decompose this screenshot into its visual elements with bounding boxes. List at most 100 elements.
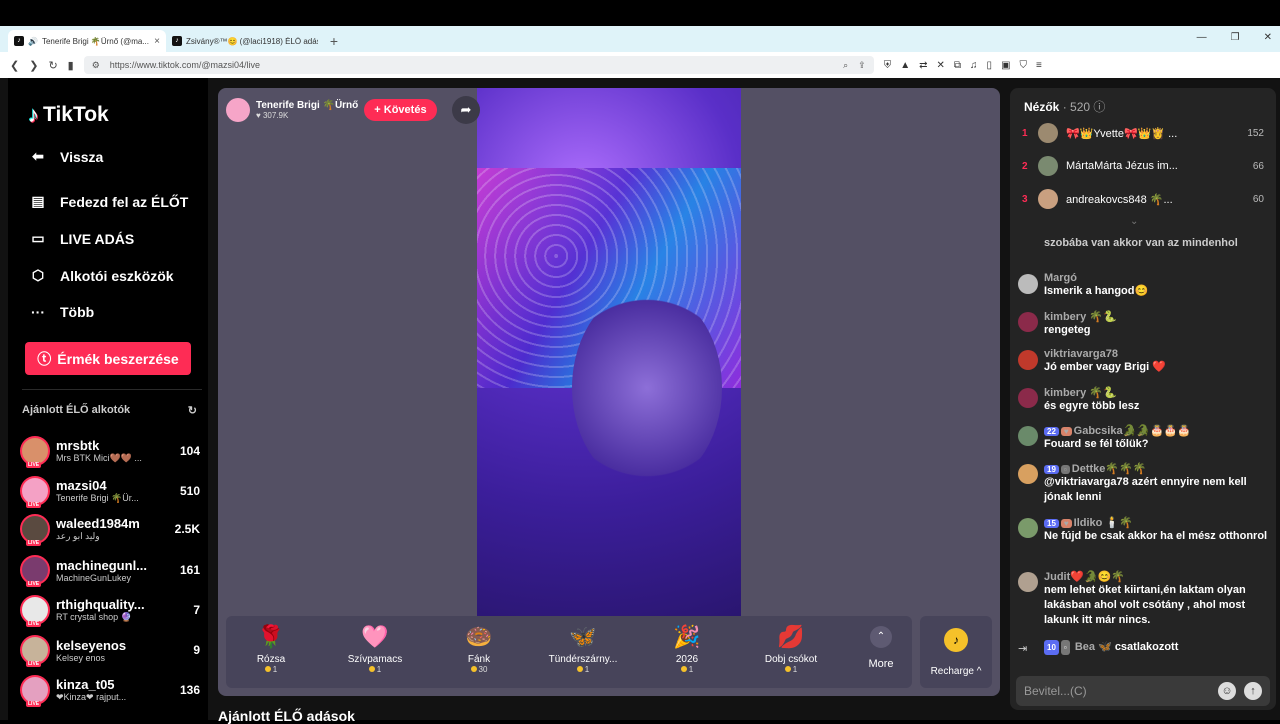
top-viewer-row[interactable]: 1 🎀👑Yvette🎀👑👸 ... 152 xyxy=(1022,120,1264,146)
viewer-count: 104 xyxy=(179,444,200,458)
message-author[interactable]: Margó xyxy=(1044,272,1268,284)
wallet-icon[interactable]: ▣ xyxy=(1001,60,1010,71)
share-icon[interactable]: ➦ xyxy=(452,96,480,124)
avatar xyxy=(1038,156,1058,176)
message-author[interactable]: kimbery 🌴🐍 xyxy=(1044,310,1268,323)
get-coins-button[interactable]: ⓣ Érmék beszerzése xyxy=(25,342,191,375)
level-badge: 22 xyxy=(1044,427,1059,436)
tiktok-logo[interactable]: ♪ TikTok xyxy=(28,102,109,128)
chat-message: kimbery 🌴🐍 és egyre több lesz xyxy=(1018,386,1268,414)
chat-input[interactable] xyxy=(1024,684,1218,698)
translate-icon[interactable]: ⇄ xyxy=(919,60,927,71)
new-tab-button[interactable]: + xyxy=(324,30,344,52)
url-text[interactable]: https://www.tiktok.com/@mazsi04/live xyxy=(110,60,833,70)
puzzle-icon[interactable]: ⧉ xyxy=(954,60,961,71)
message-author[interactable]: kimbery 🌴🐍 xyxy=(1044,386,1268,399)
nav-creator-tools[interactable]: ⬡ Alkotói eszközök xyxy=(28,267,174,284)
gift-item[interactable]: 💋 Dobj csókot 1 xyxy=(746,624,836,674)
forward-nav-icon[interactable]: ❯ xyxy=(29,59,38,72)
share-page-icon[interactable]: ⇪ xyxy=(858,60,866,71)
message-author[interactable]: 22 ♥ Gabcsika🐊🐊🎂🎂🎂 xyxy=(1044,424,1268,437)
message-author[interactable]: viktriavarga78 xyxy=(1044,348,1268,360)
creator-tools-icon: ⬡ xyxy=(31,267,45,283)
viewer-rank: 2 xyxy=(1022,160,1028,172)
chat-message: kimbery 🌴🐍 rengeteg xyxy=(1018,310,1268,338)
avatar xyxy=(1038,189,1058,209)
host-info[interactable]: Tenerife Brigi 🌴Ürnő ♥ 307.9K + Követés xyxy=(226,96,446,124)
nav-explore-live[interactable]: ▤ Fedezd fel az ÉLŐT xyxy=(28,193,188,210)
live-video[interactable] xyxy=(477,88,741,616)
nav-more[interactable]: ··· Több xyxy=(28,304,94,320)
maximize-icon[interactable]: ❐ xyxy=(1231,32,1240,43)
extension-icon[interactable]: ✕ xyxy=(937,60,945,71)
nav-back[interactable]: ⬅ Vissza xyxy=(28,148,103,165)
message-author[interactable]: Judit❤️🐊😊🌴 xyxy=(1044,570,1268,583)
chat-message: Margó Ismerik a hangod😊 xyxy=(1018,272,1268,299)
chat-message: viktriavarga78 Jó ember vagy Brigi ❤️ xyxy=(1018,348,1268,375)
url-field[interactable]: ⚙ https://www.tiktok.com/@mazsi04/live ⌕… xyxy=(83,56,874,74)
creator-item[interactable]: LIVE rthighquality... RT crystal shop 🔮 … xyxy=(20,591,200,629)
top-viewer-row[interactable]: 2 MártaMárta Jézus im... 66 xyxy=(1022,153,1264,179)
enter-icon: ⇥ xyxy=(1018,643,1028,655)
chat-panel: Nézők · 520 ⓘ 1 🎀👑Yvette🎀👑👸 ... 152 2 Má… xyxy=(1010,88,1276,710)
avatar xyxy=(1018,274,1038,294)
gift-item[interactable]: 🌹 Rózsa 1 xyxy=(226,624,316,674)
coin-icon: ⓣ xyxy=(37,350,52,367)
site-settings-icon[interactable]: ⚙ xyxy=(92,60,100,71)
avatar xyxy=(1018,464,1038,484)
message-author[interactable]: 15 ♥ Ildiko 🕯️🌴 xyxy=(1044,516,1268,529)
gift-item[interactable]: 🎉 2026 1 xyxy=(642,624,732,674)
donut-icon: 🍩 xyxy=(465,624,493,649)
gift-item[interactable]: 🍩 Fánk 30 xyxy=(434,624,524,674)
creator-item[interactable]: LIVE waleed1984m وليد ابو رعد 2.5K xyxy=(20,510,200,548)
refresh-icon[interactable]: ↻ xyxy=(188,404,197,417)
top-viewer-row[interactable]: 3 andreakovcs848 🌴... 60 xyxy=(1022,186,1264,212)
sidebar-toggle-icon[interactable]: ▯ xyxy=(987,60,993,71)
host-avatar[interactable] xyxy=(226,98,250,122)
creator-info: mazsi04 Tenerife Brigi 🌴Ür... xyxy=(56,478,174,504)
bookmark-icon[interactable]: ▮ xyxy=(68,59,74,72)
music-icon[interactable]: ♫ xyxy=(970,60,978,71)
sidebar-divider xyxy=(22,389,202,390)
message-text: nem lehet öket kiirtani,én laktam olyan … xyxy=(1044,584,1246,626)
more-gifts-button[interactable]: ⌃ More xyxy=(856,626,906,670)
creator-name: waleed1984m xyxy=(56,516,140,531)
chat-message: 22 ♥ Gabcsika🐊🐊🎂🎂🎂 Fouard se fél tőlük? xyxy=(1018,424,1268,452)
message-author-name[interactable]: Bea 🦋 xyxy=(1075,641,1112,653)
nav-live-studio[interactable]: ▭ LIVE ADÁS xyxy=(28,230,134,247)
follow-button[interactable]: + Követés xyxy=(364,99,437,121)
tab-active[interactable]: ♪ 🔊 Tenerife Brigi 🌴Ürnő (@ma... × xyxy=(8,30,166,52)
message-text: Fouard se fél tőlük? xyxy=(1044,438,1149,450)
zoom-icon[interactable]: ⌕ xyxy=(843,60,848,71)
gift-price: 1 xyxy=(226,665,316,674)
creator-item[interactable]: LIVE kinza_t05 ❤Kinza❤ rajput... 136 xyxy=(20,671,200,709)
info-icon[interactable]: ⓘ xyxy=(1093,100,1105,114)
creator-name: kelseyenos xyxy=(56,637,127,653)
creator-item[interactable]: LIVE kelseyenos Kelsey enos 9 xyxy=(20,631,200,669)
gift-item[interactable]: 🦋 Tündérszárny... 1 xyxy=(538,624,628,674)
creator-item[interactable]: LIVE mrsbtk Mrs BTK Mici🤎🤎 ... 104 xyxy=(20,432,200,470)
menu-icon[interactable]: ≡ xyxy=(1036,60,1042,71)
emoji-icon[interactable]: ☺ xyxy=(1218,682,1236,700)
close-tab-icon[interactable]: × xyxy=(154,36,160,47)
chevron-down-icon[interactable]: ⌄ xyxy=(1130,216,1138,227)
creator-item[interactable]: LIVE machinegunl... MachineGunLukey 161 xyxy=(20,551,200,589)
vpn-icon[interactable]: ⛉ xyxy=(1020,60,1028,71)
creator-item[interactable]: LIVE mazsi04 Tenerife Brigi 🌴Ür... 510 xyxy=(20,472,200,510)
recharge-button[interactable]: ♪ Recharge ^ xyxy=(920,616,992,688)
back-nav-icon[interactable]: ❮ xyxy=(10,59,19,72)
tab-inactive[interactable]: ♪ Zsivány®™😊 (@laci1918) ÉLŐ adás... xyxy=(166,30,324,52)
reload-icon[interactable]: ↻ xyxy=(48,59,57,72)
minimize-icon[interactable]: — xyxy=(1197,32,1207,43)
send-arrow-icon[interactable]: ↑ xyxy=(1244,682,1262,700)
host-likes-value: 307.9K xyxy=(262,111,289,120)
alert-icon[interactable]: ▲ xyxy=(900,60,910,71)
message-author-name: Gabcsika🐊🐊🎂🎂🎂 xyxy=(1073,425,1192,437)
message-author[interactable]: 19 ▫ Dettke🌴🌴🌴 xyxy=(1044,462,1268,475)
gift-item[interactable]: 🩷 Szívpamacs 1 xyxy=(330,624,420,674)
shield-icon[interactable]: ⛨ xyxy=(884,60,892,71)
tab-title: Tenerife Brigi 🌴Ürnő (@ma... xyxy=(41,36,149,46)
viewer-score: 152 xyxy=(1247,127,1264,139)
close-window-icon[interactable]: ✕ xyxy=(1264,32,1272,43)
logo-text: TikTok xyxy=(43,103,109,126)
